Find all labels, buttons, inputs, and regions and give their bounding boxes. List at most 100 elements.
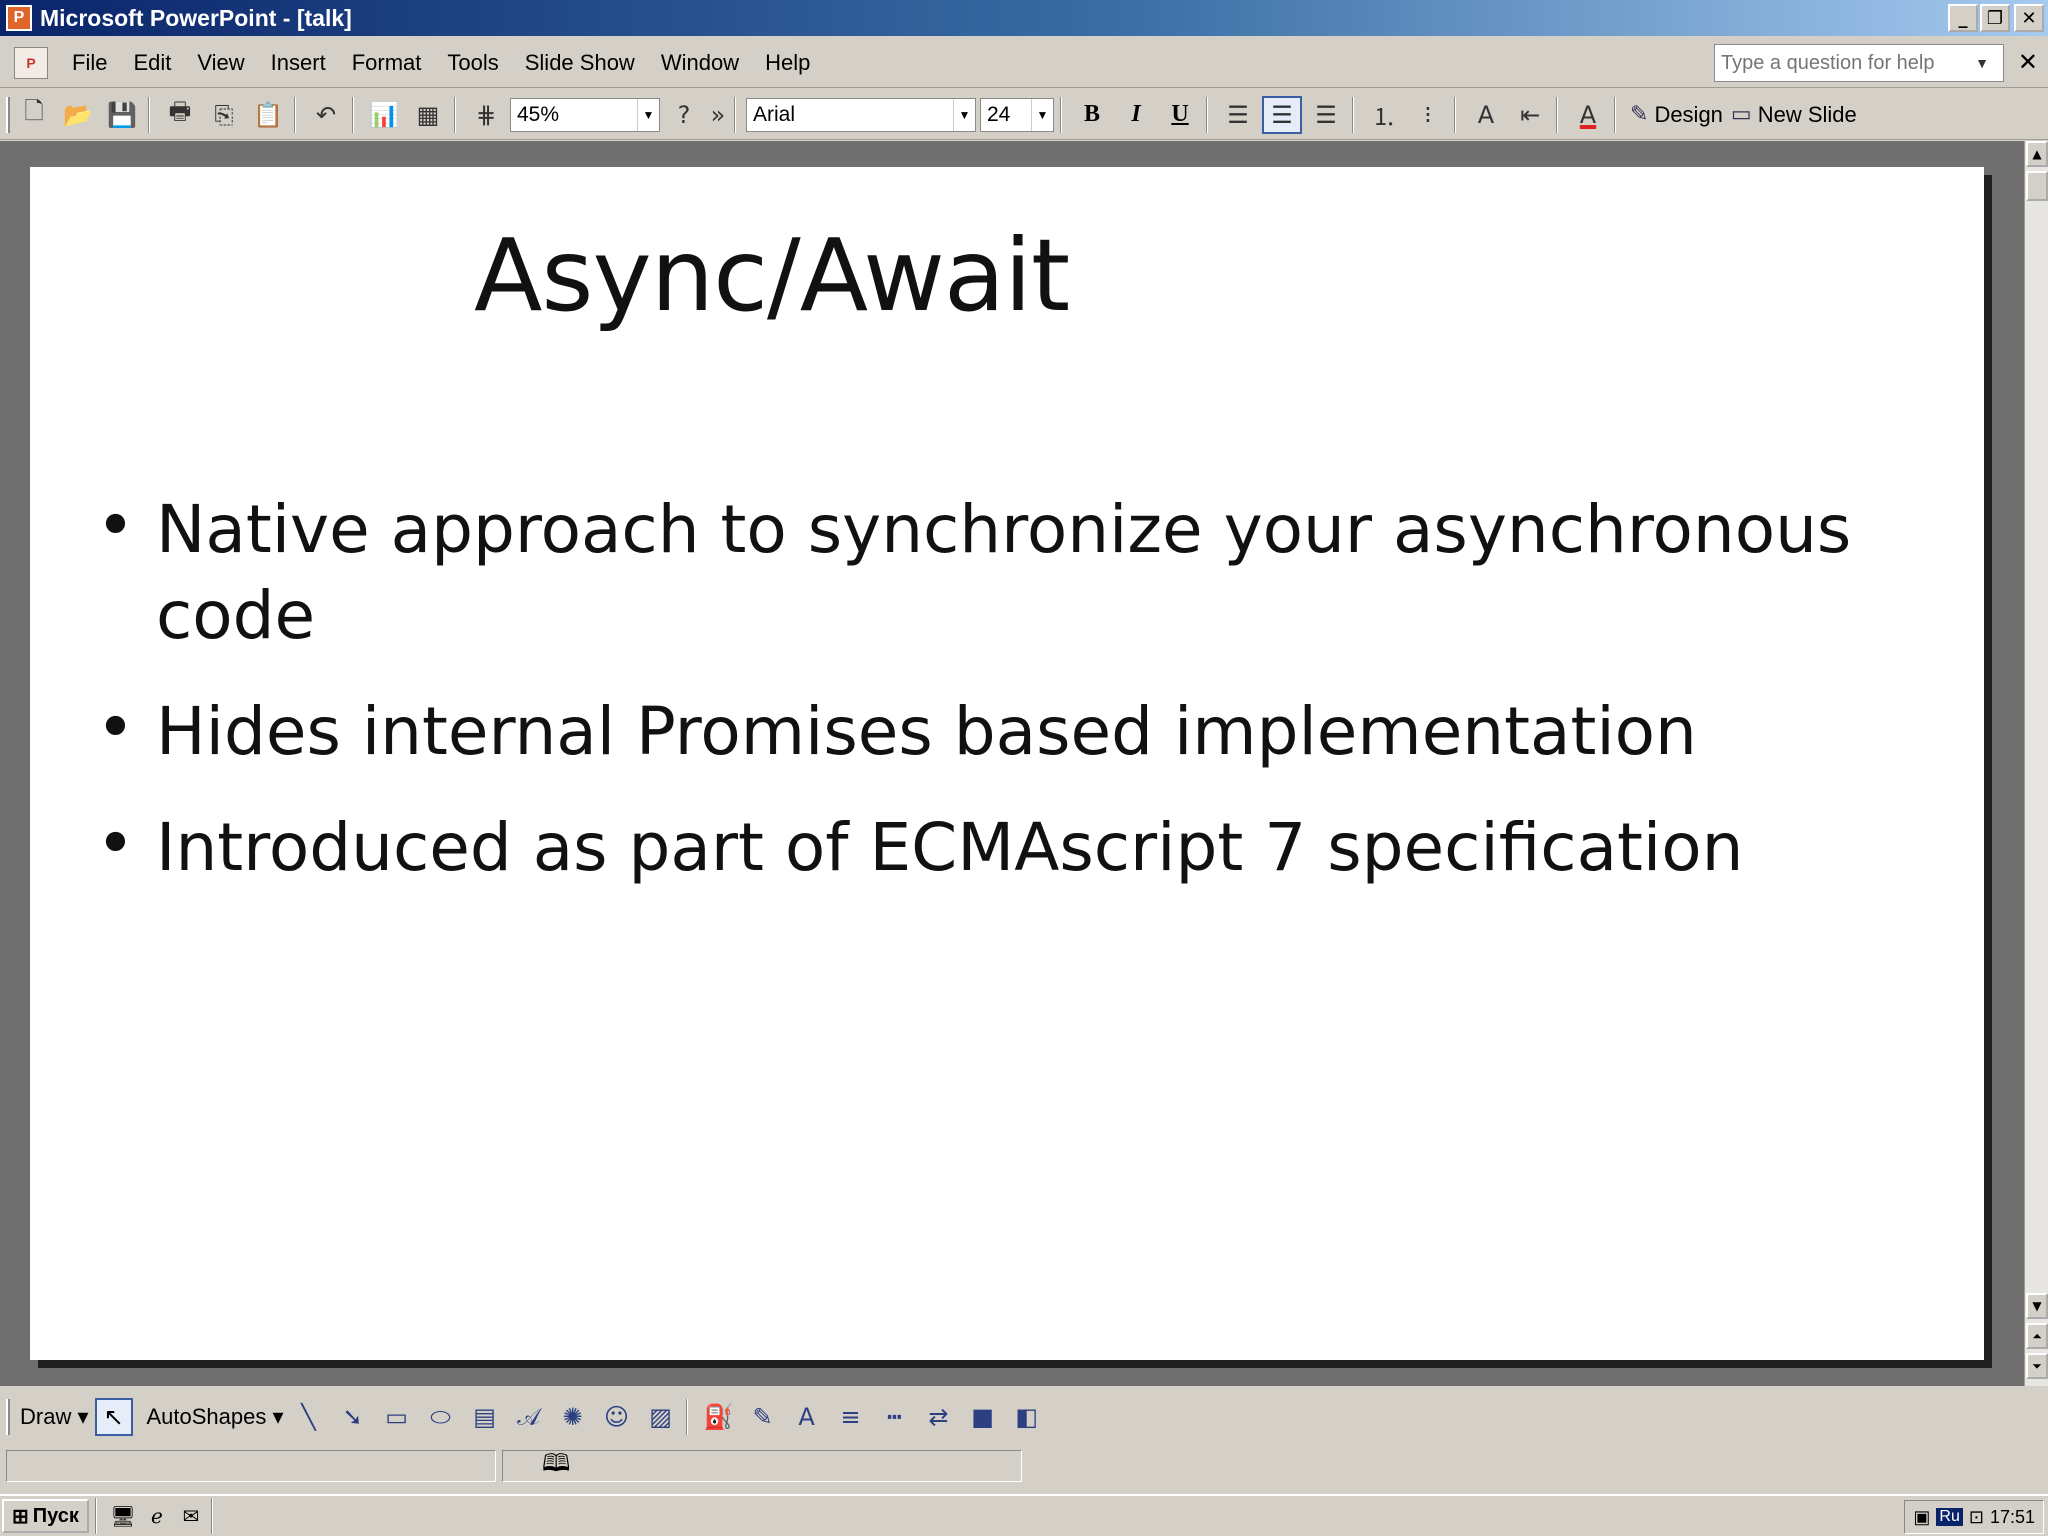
line-color-icon[interactable]: ✎ [744,1398,782,1436]
slide-bullet-list[interactable]: • Native approach to synchronize your as… [72,487,1932,921]
chevron-down-icon[interactable]: ▼ [1031,98,1053,131]
menu-insert[interactable]: Insert [269,46,328,80]
vertical-scrollbar[interactable]: ▲ ▼ ⏶ ⏷ [2024,141,2048,1386]
spelling-check-icon[interactable]: 🕮 [542,1446,570,1487]
draw-menu-button[interactable]: Draw ▾ [20,1404,89,1430]
clip-art-icon[interactable]: ☺ [598,1398,636,1436]
dash-style-icon[interactable]: ┅ [876,1398,914,1436]
align-left-icon[interactable]: ☰ [1218,96,1258,134]
wordart-icon[interactable]: 𝒜 [510,1398,548,1436]
insert-chart-icon[interactable]: 📊 [364,96,404,134]
toolbar-separator [734,96,736,133]
menu-file[interactable]: File [70,46,109,80]
toolbar-overflow-button[interactable]: » [708,96,728,134]
toolbar-separator [352,96,354,133]
insert-table-icon[interactable]: ▦ [408,96,448,134]
new-slide-button[interactable]: ▭ New Slide [1731,102,1857,128]
chevron-down-icon[interactable]: ▼ [953,98,975,131]
start-button[interactable]: ⊞ Пуск [2,1499,89,1533]
arrow-style-icon[interactable]: ⇄ [920,1398,958,1436]
bold-button[interactable]: B [1072,96,1112,134]
slide-canvas[interactable]: Async/Await • Native approach to synchro… [30,167,1984,1360]
menu-slide-show[interactable]: Slide Show [523,46,637,80]
scroll-up-icon[interactable]: ▲ [2026,141,2048,167]
language-indicator[interactable]: Ru [1936,1508,1963,1526]
grid-icon[interactable]: ⋕ [466,96,506,134]
design-button[interactable]: ✎ Design [1630,102,1723,128]
chevron-down-icon[interactable]: ▼ [1965,45,1999,81]
autoshapes-menu-button[interactable]: AutoShapes ▾ [147,1404,284,1430]
font-color-icon[interactable]: A [788,1398,826,1436]
draw-label: Draw [20,1404,72,1429]
new-document-icon[interactable]: 🗋 [14,96,54,134]
print-icon[interactable]: 🖶 [160,96,200,134]
bulleted-list-icon[interactable]: ⁝ [1408,96,1448,134]
next-slide-icon[interactable]: ⏷ [2026,1353,2048,1379]
font-size-select[interactable]: 24 ▼ [980,97,1054,132]
numbered-list-icon[interactable]: ⒈ [1364,96,1404,134]
slide-bullet[interactable]: • Hides internal Promises based implemen… [72,689,1932,775]
line-icon[interactable]: ╲ [290,1398,328,1436]
document-icon[interactable]: P [14,46,48,79]
restore-button[interactable]: ❐ [1980,4,2010,32]
tray-app-icon[interactable]: ▣ [1913,1507,1930,1528]
powerpoint-app-icon[interactable]: P [6,5,32,31]
menu-view[interactable]: View [195,46,246,80]
toolbar-grip[interactable] [6,96,10,133]
slide-bullet-text: Hides internal Promises based implementa… [156,693,1697,770]
font-name-select[interactable]: Arial ▼ [746,97,976,132]
slide-bullet[interactable]: • Native approach to synchronize your as… [72,487,1932,659]
menu-edit[interactable]: Edit [131,46,173,80]
slide-title[interactable]: Async/Await [474,217,1070,334]
minimize-button[interactable]: _ [1948,4,1978,32]
3d-style-icon[interactable]: ◧ [1008,1398,1046,1436]
toolbar-grip[interactable] [6,1399,10,1435]
line-style-icon[interactable]: ≡ [832,1398,870,1436]
shadow-style-icon[interactable]: ■ [964,1398,1002,1436]
previous-slide-icon[interactable]: ⏶ [2026,1323,2048,1349]
increase-font-size-icon[interactable]: A [1466,96,1506,134]
help-question-input[interactable] [1715,46,1965,80]
scroll-down-icon[interactable]: ▼ [2026,1293,2048,1319]
show-desktop-icon[interactable]: 🖥 [109,1502,137,1530]
menu-format[interactable]: Format [350,46,424,80]
paste-icon[interactable]: 📋 [248,96,288,134]
insert-picture-icon[interactable]: ▨ [642,1398,680,1436]
fill-color-icon[interactable]: ⛽ [700,1398,738,1436]
internet-explorer-icon[interactable]: ℯ [143,1502,171,1530]
align-center-icon[interactable]: ☰ [1262,95,1302,134]
oval-icon[interactable]: ⬭ [422,1398,460,1436]
font-color-icon[interactable]: A [1568,96,1608,134]
document-close-button[interactable]: ✕ [2018,48,2038,76]
outlook-express-icon[interactable]: ✉ [177,1502,205,1530]
menu-window[interactable]: Window [659,46,741,80]
save-icon[interactable]: 💾 [102,96,142,134]
diagram-icon[interactable]: ✺ [554,1398,592,1436]
font-name-value: Arial [753,102,796,126]
italic-button[interactable]: I [1116,96,1156,134]
undo-icon[interactable]: ↶ [306,96,346,134]
status-pane [6,1450,496,1482]
zoom-select[interactable]: 45% ▼ [510,97,660,132]
bullet-dot-icon: • [96,689,135,766]
chevron-down-icon[interactable]: ▼ [637,98,659,131]
underline-button[interactable]: U [1160,96,1200,134]
menu-tools[interactable]: Tools [445,46,500,80]
network-icon[interactable]: ⊡ [1969,1507,1984,1528]
scrollbar-thumb[interactable] [2026,171,2048,201]
window-title: Microsoft PowerPoint - [talk] [40,4,352,31]
arrow-icon[interactable]: ➘ [334,1398,372,1436]
menu-help[interactable]: Help [763,46,812,80]
rectangle-icon[interactable]: ▭ [378,1398,416,1436]
copy-icon[interactable]: ⎘ [204,96,244,134]
slide-bullet[interactable]: • Introduced as part of ECMAscript 7 spe… [72,805,1932,891]
decrease-indent-icon[interactable]: ⇤ [1510,96,1550,134]
clock[interactable]: 17:51 [1990,1507,2035,1528]
toolbar-separator [685,1399,688,1435]
help-icon[interactable]: ? [664,96,704,134]
open-folder-icon[interactable]: 📂 [58,96,98,134]
close-button[interactable]: ✕ [2014,4,2044,32]
text-box-icon[interactable]: ▤ [466,1398,504,1436]
align-right-icon[interactable]: ☰ [1306,96,1346,134]
select-pointer-icon[interactable]: ↖ [94,1398,133,1436]
